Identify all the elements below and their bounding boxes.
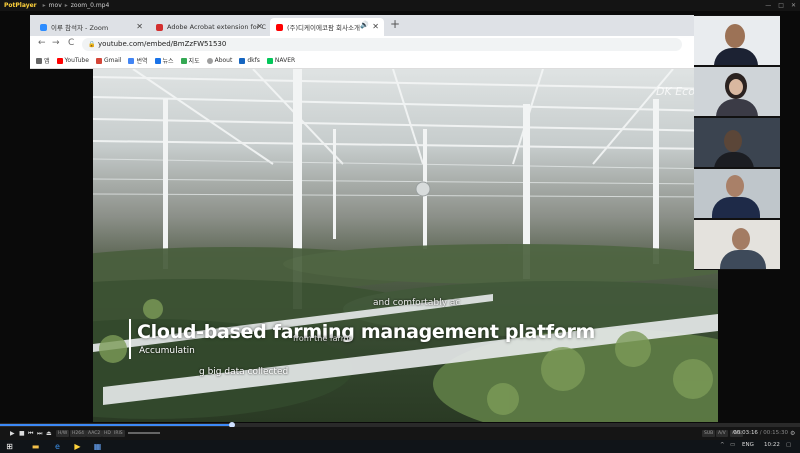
- lock-icon: 🔒: [88, 41, 96, 48]
- back-button[interactable]: ←: [38, 38, 46, 48]
- bookmark-news[interactable]: 뉴스: [154, 56, 174, 65]
- av-badge[interactable]: A/V: [716, 430, 728, 437]
- acrobat-icon: [156, 23, 163, 31]
- participant-tile[interactable]: [694, 169, 780, 218]
- participant-tile[interactable]: [694, 220, 780, 269]
- bookmark-maps[interactable]: 지도: [180, 56, 200, 65]
- participant-tile[interactable]: [694, 118, 780, 167]
- audio-icon[interactable]: 🔊: [360, 21, 369, 29]
- browser-window: 이루 참석자 - Zoom ✕ Adobe Acrobat extension …: [30, 15, 694, 69]
- settings-gear-icon[interactable]: ⚙: [790, 430, 795, 437]
- bookmark-apps[interactable]: 앱: [36, 56, 50, 65]
- close-button[interactable]: ✕: [791, 0, 796, 11]
- time-current: 00:03:16: [733, 430, 758, 436]
- play-icon[interactable]: ▶: [10, 430, 15, 437]
- youtube-icon: [56, 57, 63, 64]
- tab-dk-ecofarm[interactable]: (주)디케이에코팜 회사소개 🔊 ✕: [270, 18, 384, 36]
- apps-grid-icon: [36, 57, 42, 64]
- volume-slider[interactable]: [128, 432, 160, 434]
- next-icon[interactable]: ⏭: [37, 430, 42, 438]
- player-titlebar: PotPlayer ▸ mov ▸ zoom_0.mp4 — □ ✕: [0, 0, 800, 11]
- tab-zoom[interactable]: 이루 참석자 - Zoom ✕: [34, 18, 148, 36]
- zoom-icon: [40, 23, 47, 31]
- potplayer-logo: PotPlayer: [4, 2, 37, 9]
- potplayer-taskbar-icon[interactable]: ▶: [72, 441, 83, 452]
- address-bar: ← → C 🔒 youtube.com/embed/BmZzFW51530: [30, 36, 694, 53]
- time-total: 00:15:30: [763, 430, 788, 436]
- tab-bar: 이루 참석자 - Zoom ✕ Adobe Acrobat extension …: [30, 15, 694, 36]
- codec-badge[interactable]: H264: [70, 430, 86, 437]
- dkfs-icon: [239, 57, 246, 64]
- minimize-button[interactable]: —: [765, 0, 771, 11]
- caption-line: and comfortably ac: [373, 298, 461, 308]
- windows-start-icon[interactable]: ⊞: [4, 441, 15, 452]
- close-tab-icon[interactable]: ✕: [256, 22, 263, 31]
- eject-icon[interactable]: ⏏: [46, 430, 52, 437]
- caption-line: Accumulatin: [139, 346, 195, 356]
- bookmark-naver[interactable]: NAVER: [266, 57, 295, 64]
- tab-adobe[interactable]: Adobe Acrobat extension for C ✕: [150, 18, 268, 36]
- translate-icon: [128, 57, 135, 64]
- bookmark-youtube[interactable]: YouTube: [56, 57, 89, 64]
- zoom-participants-panel: [694, 15, 780, 270]
- previous-icon[interactable]: ⏮: [28, 430, 33, 438]
- window-buttons: — □ ✕: [765, 0, 796, 11]
- file-explorer-icon[interactable]: ▬: [30, 441, 41, 452]
- participant-tile[interactable]: [694, 16, 780, 65]
- close-tab-icon[interactable]: ✕: [136, 22, 143, 31]
- title-file: zoom_0.mp4: [70, 2, 110, 9]
- video-frame[interactable]: DK EcoFa and comfortably ac Cloud-based …: [93, 69, 718, 422]
- greenhouse-scene: [93, 69, 718, 422]
- reload-button[interactable]: C: [68, 38, 74, 48]
- edge-browser-icon[interactable]: e: [52, 441, 63, 452]
- gmail-icon: [95, 57, 102, 64]
- caption-main: Cloud-based farming management platform: [137, 321, 596, 343]
- seek-progress: [0, 424, 232, 426]
- app-grid-icon[interactable]: ▦: [92, 441, 103, 452]
- time-readout: 00:03:16 / 00:15:30: [733, 430, 788, 436]
- news-icon: [154, 57, 161, 64]
- bookmark-translate[interactable]: 번역: [128, 56, 148, 65]
- hw-badge[interactable]: H/W: [56, 430, 70, 437]
- youtube-icon: [276, 23, 283, 31]
- url-input[interactable]: 🔒 youtube.com/embed/BmZzFW51530: [82, 38, 682, 51]
- subtitle-badge[interactable]: SUB: [702, 430, 716, 437]
- tray-chevron-icon[interactable]: ^: [720, 442, 725, 448]
- language-indicator[interactable]: ENG: [742, 442, 754, 448]
- iris-badge[interactable]: IRIS: [112, 430, 125, 437]
- maximize-button[interactable]: □: [778, 0, 784, 11]
- bookmark-dkfs[interactable]: dkfs: [239, 57, 260, 64]
- maps-icon: [180, 57, 187, 64]
- bookmarks-bar: 앱 YouTube Gmail 번역 뉴스 지도 About dkfs NAVE…: [30, 53, 694, 69]
- forward-button[interactable]: →: [52, 38, 60, 48]
- screen: PotPlayer ▸ mov ▸ zoom_0.mp4 — □ ✕ 이루 참석…: [0, 0, 800, 453]
- caption-accent-bar: [129, 319, 131, 359]
- notification-icon[interactable]: ▢: [786, 442, 791, 448]
- caption-line: from the farms: [293, 334, 353, 343]
- caption-line: g big data collected: [199, 367, 289, 377]
- new-tab-button[interactable]: +: [390, 17, 400, 31]
- naver-icon: [266, 57, 273, 64]
- clock[interactable]: 10:22: [764, 442, 780, 448]
- stop-icon[interactable]: ■: [19, 430, 25, 437]
- bookmark-gmail[interactable]: Gmail: [95, 57, 121, 64]
- network-icon[interactable]: ▭: [730, 442, 735, 448]
- bookmark-about[interactable]: About: [206, 57, 232, 64]
- audio-badge[interactable]: AAC2: [86, 430, 103, 437]
- close-tab-icon[interactable]: ✕: [372, 22, 379, 31]
- globe-icon: [206, 57, 213, 64]
- participant-tile[interactable]: [694, 67, 780, 116]
- title-folder: mov: [48, 2, 62, 9]
- player-controls: ▶ ■ ⏮ ⏭ ⏏ H/W H264 AAC2 HD IRIS SUB A/V …: [0, 427, 800, 440]
- windows-taskbar: ⊞ ▬ e ▶ ▦ ^ ▭ ENG 10:22 ▢: [0, 440, 800, 453]
